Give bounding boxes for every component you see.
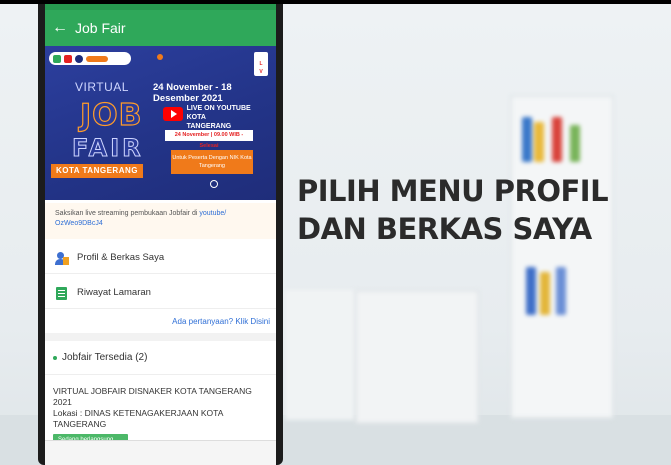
blurred-bookshelf (510, 95, 614, 419)
live-time: 24 November | 09.00 WIB - Selesai (165, 130, 253, 149)
jobfair-location: Lokasi : DINAS KETENAGAKERJAAN KOTA TANG… (53, 408, 223, 429)
app-bar: ← Job Fair (45, 10, 276, 46)
job-fair-banner[interactable]: LV VIRTUAL JOB FAIR KOTA TANGERANG 24 No… (45, 46, 276, 200)
blurred-cabinet (355, 290, 479, 424)
peserta-note: Untuk Peserta Dengan NIK Kota Tangerang (171, 150, 253, 174)
decor-circle (210, 180, 218, 188)
jobfair-section-header: Jobfair Tersedia (2) (45, 341, 276, 375)
jobfair-card[interactable]: VIRTUAL JOBFAIR DISNAKER KOTA TANGERANG … (45, 376, 276, 446)
section-title: Jobfair Tersedia (2) (62, 352, 148, 363)
live-line-2: KOTA TANGERANG (186, 114, 232, 130)
menu-profil-label: Profil & Berkas Saya (77, 252, 165, 263)
menu-profil-berkas[interactable]: Profil & Berkas Saya (45, 242, 276, 274)
decor-dot (157, 54, 163, 60)
youtube-icon (163, 107, 183, 121)
phone-screen: ← Job Fair LV VIRTUAL JOB FAIR KOTA TANG… (45, 0, 276, 465)
section-divider (45, 333, 276, 341)
bottom-edge (45, 440, 276, 465)
top-frame-bar (0, 0, 671, 4)
help-link[interactable]: Ada pertanyaan? Klik Disini (172, 317, 270, 326)
menu-riwayat-label: Riwayat Lamaran (77, 287, 151, 298)
profile-document-icon (55, 251, 69, 265)
streaming-notice: Saksikan live streaming pembukaan Jobfai… (45, 203, 276, 239)
banner-kota-text: KOTA TANGERANG (51, 164, 143, 178)
menu-riwayat-lamaran[interactable]: Riwayat Lamaran (45, 277, 276, 309)
live-logo: LV (254, 52, 268, 76)
live-line-1: LIVE ON YOUTUBE (186, 105, 251, 112)
banner-job-text: JOB (79, 97, 143, 133)
app-bar-title: Job Fair (75, 20, 126, 36)
history-sheet-icon (55, 286, 69, 300)
banner-date-range: 24 November - 18 Desember 2021 (153, 82, 232, 104)
instruction-headline: PILIH MENU PROFIL DAN BERKAS SAYA (297, 174, 609, 246)
banner-virtual-text: VIRTUAL (75, 80, 129, 94)
jobfair-name: VIRTUAL JOBFAIR DISNAKER KOTA TANGERANG … (53, 386, 252, 407)
banner-fair-text: FAIR (72, 134, 144, 163)
notice-text: Saksikan live streaming pembukaan Jobfai… (55, 210, 200, 217)
bullet-dot-icon (53, 355, 57, 360)
back-arrow-icon[interactable]: ← (45, 19, 75, 37)
blurred-desk (285, 290, 355, 420)
youtube-live-box: LIVE ON YOUTUBE KOTA TANGERANG (163, 104, 251, 132)
sponsor-logos (49, 52, 131, 65)
